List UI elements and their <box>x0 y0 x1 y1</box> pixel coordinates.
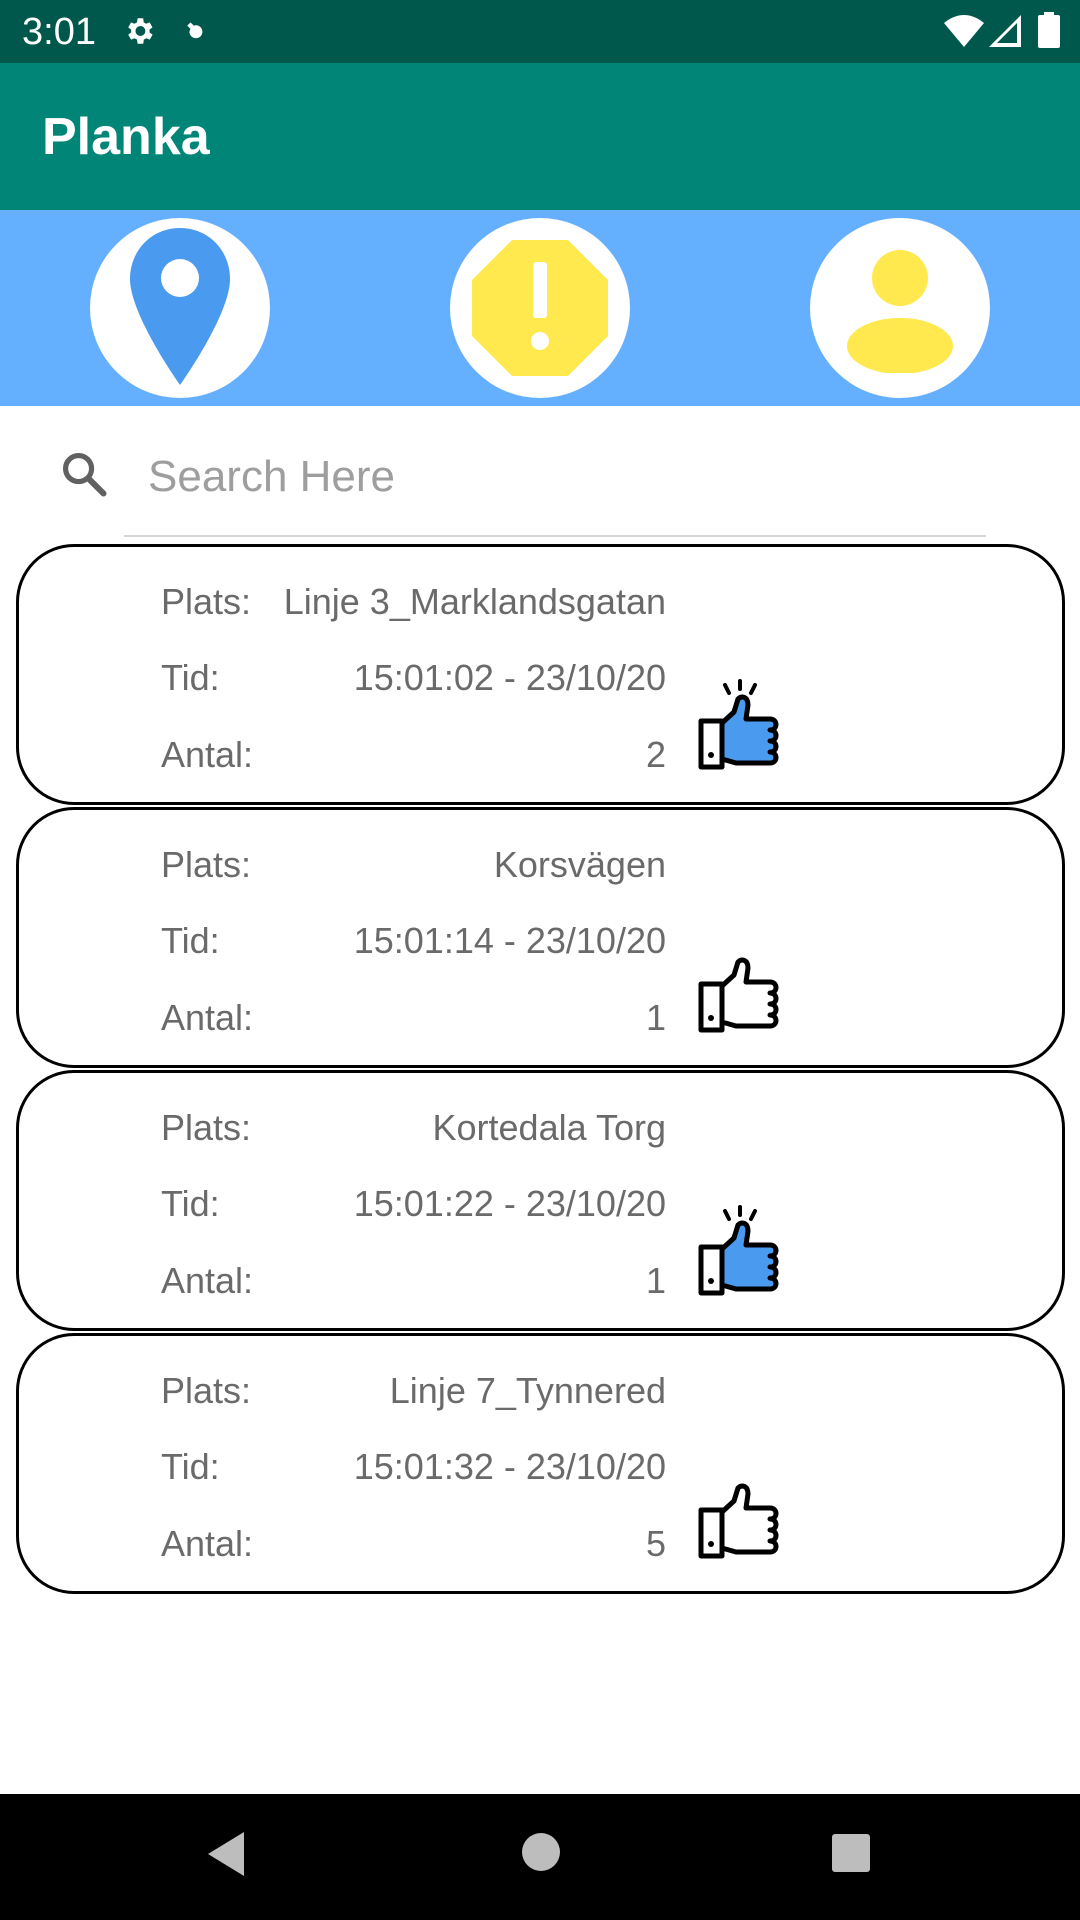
search-input[interactable] <box>124 436 986 518</box>
thumbs-up-liked-icon <box>698 679 779 770</box>
tid-value: 15:01:14 - 23/10/20 <box>353 920 666 961</box>
antal-value: 2 <box>645 734 666 775</box>
antal-label: Antal: <box>161 1260 254 1301</box>
nav-strip <box>0 210 1080 406</box>
search-bar <box>0 406 1080 538</box>
system-nav-bar <box>0 1794 1080 1920</box>
back-icon[interactable] <box>204 1829 248 1884</box>
antal-value: 1 <box>645 1260 666 1301</box>
plats-value: Linje 7_Tynnered <box>389 1370 666 1411</box>
plats-label: Plats: <box>161 1370 252 1411</box>
search-icon[interactable] <box>58 448 110 505</box>
tid-label: Tid: <box>161 1183 220 1224</box>
tid-value: 15:01:02 - 23/10/20 <box>353 657 666 698</box>
home-icon[interactable] <box>520 1831 562 1878</box>
debug-icon <box>184 18 210 49</box>
plats-label: Plats: <box>161 1107 252 1148</box>
location-pin-icon <box>130 228 230 385</box>
like-button[interactable] <box>696 942 784 1038</box>
like-button[interactable] <box>696 1468 784 1564</box>
antal-value: 5 <box>645 1523 666 1564</box>
search-underline <box>124 535 986 537</box>
nav-location-button[interactable] <box>90 218 270 398</box>
like-button[interactable] <box>696 1205 784 1301</box>
wifi-icon <box>944 14 984 53</box>
plats-value: Korsvägen <box>493 844 666 885</box>
app-bar: Planka <box>0 63 1080 210</box>
plats-label: Plats: <box>161 581 252 622</box>
recents-icon[interactable] <box>830 1832 872 1879</box>
thumbs-up-icon <box>698 1483 779 1559</box>
plats-label: Plats: <box>161 844 252 885</box>
list-item[interactable]: Plats: Linje 3_Marklandsgatan Tid: 15:01… <box>16 544 1065 805</box>
plats-value: Linje 3_Marklandsgatan <box>283 581 666 622</box>
battery-icon <box>1038 12 1060 53</box>
antal-label: Antal: <box>161 1523 254 1564</box>
antal-value: 1 <box>645 997 666 1038</box>
warning-octagon-icon <box>472 240 608 376</box>
plats-value: Kortedala Torg <box>432 1107 667 1148</box>
antal-label: Antal: <box>161 734 254 775</box>
thumbs-up-icon <box>698 957 779 1033</box>
like-button[interactable] <box>696 679 784 775</box>
nav-report-button[interactable] <box>450 218 630 398</box>
nav-profile-button[interactable] <box>810 218 990 398</box>
signal-icon <box>988 14 1022 53</box>
tid-label: Tid: <box>161 1446 220 1487</box>
thumbs-up-liked-icon <box>698 1205 779 1296</box>
tid-label: Tid: <box>161 657 220 698</box>
tid-value: 15:01:32 - 23/10/20 <box>353 1446 666 1487</box>
list-item[interactable]: Plats: Kortedala Torg Tid: 15:01:22 - 23… <box>16 1070 1065 1331</box>
tid-value: 15:01:22 - 23/10/20 <box>353 1183 666 1224</box>
status-time: 3:01 <box>22 11 96 53</box>
profile-icon <box>847 250 953 373</box>
gear-icon <box>122 14 156 53</box>
tid-label: Tid: <box>161 920 220 961</box>
list-item[interactable]: Plats: Linje 7_Tynnered Tid: 15:01:32 - … <box>16 1333 1065 1594</box>
antal-label: Antal: <box>161 997 254 1038</box>
app-title: Planka <box>42 108 210 166</box>
status-bar: 3:01 <box>0 0 1080 63</box>
list-item[interactable]: Plats: Korsvägen Tid: 15:01:14 - 23/10/2… <box>16 807 1065 1068</box>
